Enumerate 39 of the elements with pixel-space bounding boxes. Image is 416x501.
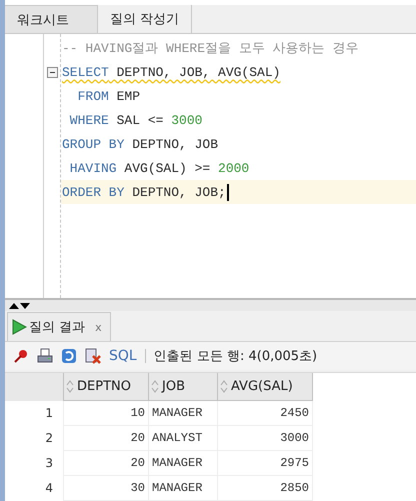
table-cell: 30 [64, 476, 148, 500]
code-line: GROUP BY DEPTNO, JOB [61, 136, 220, 154]
table-cell: 2450 [218, 400, 312, 426]
code-line: WHERE SAL <= 3000 [68, 112, 204, 130]
column-header[interactable]: JOB [148, 373, 218, 400]
printer-icon[interactable] [37, 348, 53, 364]
code-line: -- HAVING절과 WHERE절을 모두 사용하는 경우 [61, 40, 360, 58]
tab[interactable]: 질의 작성기 [98, 5, 192, 33]
column-header[interactable]: AVG(SAL) [218, 373, 312, 400]
row-number: 2 [5, 426, 64, 450]
delete-table-icon[interactable] [85, 348, 101, 364]
result-tab[interactable]: 질의 결과 x [7, 312, 111, 341]
table-cell: MANAGER [148, 476, 218, 500]
table-cell: 3000 [218, 426, 312, 450]
close-icon[interactable]: x [95, 320, 102, 334]
sql-link[interactable]: SQL [109, 348, 137, 364]
table-cell: 2975 [218, 450, 312, 476]
code-line: HAVING AVG(SAL) >= 2000 [68, 160, 250, 178]
play-icon [11, 319, 27, 335]
table-cell: 20 [64, 450, 148, 476]
text-cursor [226, 184, 229, 200]
code-line: SELECT DEPTNO, JOB, AVG(SAL) [61, 64, 282, 82]
table-cell: ANALYST [148, 426, 218, 450]
code-line: FROM EMP [76, 88, 142, 106]
tab-label: 질의 결과 [29, 319, 86, 336]
row-number: 3 [5, 450, 64, 476]
column-header[interactable]: DEPTNO [64, 373, 148, 400]
tab[interactable]: 워크시트 [5, 5, 98, 33]
table-cell: MANAGER [148, 400, 218, 426]
table-cell: 10 [64, 400, 148, 426]
refresh-icon[interactable] [61, 348, 77, 364]
pin-icon[interactable] [13, 348, 29, 364]
row-number: 4 [5, 476, 64, 500]
collapse-icon[interactable] [47, 66, 58, 78]
table-cell: 20 [64, 426, 148, 450]
row-number: 1 [5, 400, 64, 426]
status-text: 인출된 모든 행: 4(0,005초) [154, 348, 318, 365]
table-cell: MANAGER [148, 450, 218, 476]
table-cell: 2850 [218, 476, 312, 500]
